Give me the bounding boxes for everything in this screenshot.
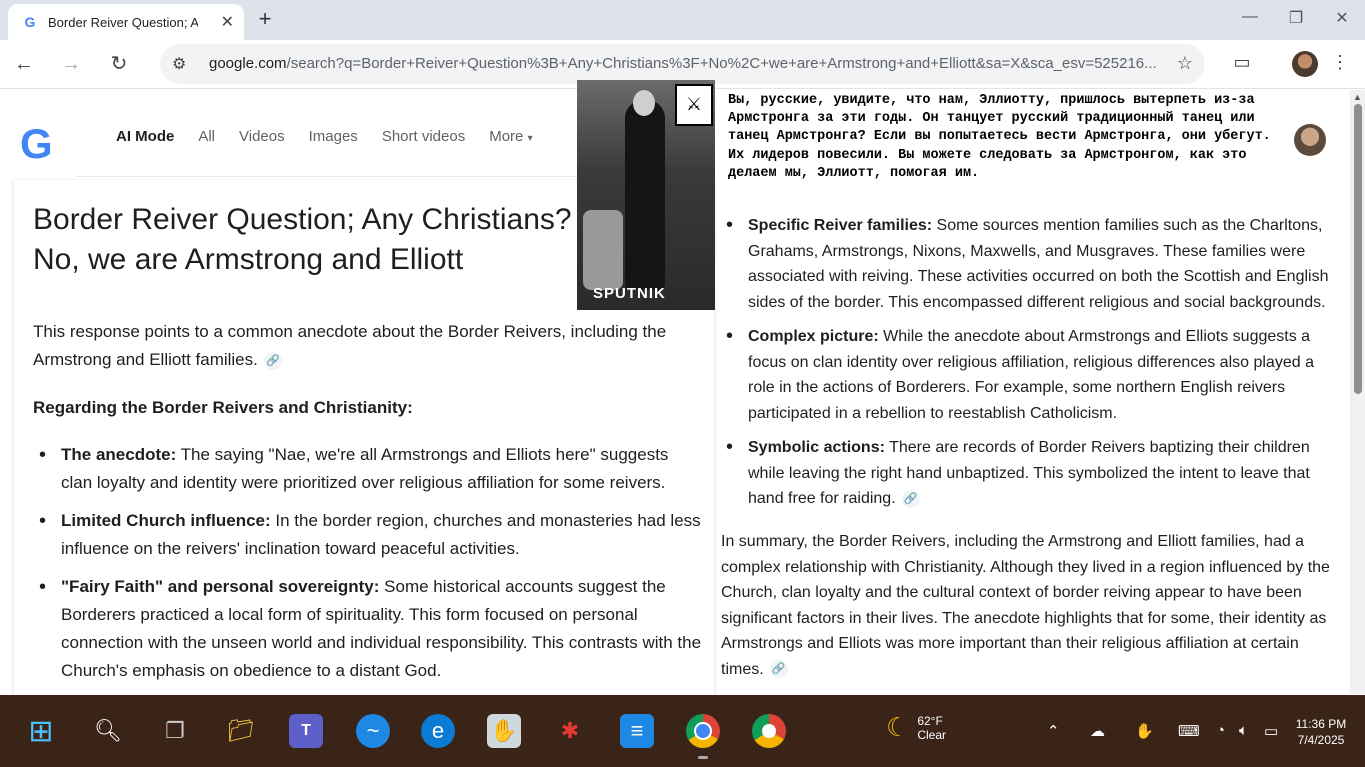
scroll-up-icon[interactable]: ▲	[1353, 92, 1362, 102]
list-item: Specific Reiver families: Some sources m…	[720, 213, 1335, 315]
site-info-icon[interactable]: ⚙	[172, 54, 186, 74]
maximize-icon[interactable]: ❐	[1281, 8, 1311, 28]
summary-paragraph: In summary, the Border Reivers, includin…	[721, 533, 1330, 679]
overlay-photo: ⚔ SPUTNIK	[577, 80, 715, 310]
wifi-icon[interactable]: ◔	[1216, 722, 1225, 739]
weather-desc: Clear	[917, 727, 946, 742]
reload-icon[interactable]: ↻	[107, 52, 131, 76]
google-logo[interactable]: G	[20, 120, 53, 168]
notepad-icon[interactable]: ≡	[620, 714, 654, 748]
weather-widget[interactable]: ☾ 62°F Clear	[886, 712, 946, 743]
browser-tab[interactable]: G Border Reiver Question; Any Christians…	[8, 4, 244, 40]
clock-date: 7/4/2025	[1297, 733, 1345, 747]
window-close-icon[interactable]: ✕	[1327, 8, 1357, 28]
app-tray-icon[interactable]: ✋	[1135, 722, 1154, 740]
tab-ai-mode[interactable]: AI Mode	[116, 128, 174, 145]
tab-more[interactable]: More ▾	[489, 128, 532, 145]
onedrive-icon[interactable]: ☁	[1090, 722, 1105, 740]
tab-images[interactable]: Images	[309, 128, 358, 145]
list-item: The anecdote: The saying "Nae, we're all…	[33, 441, 703, 497]
link-icon[interactable]: 🔗	[769, 660, 788, 679]
section-heading: Regarding the Border Reivers and Christi…	[33, 398, 413, 417]
app-icon[interactable]: ✱	[553, 714, 587, 748]
profile-avatar[interactable]	[1292, 51, 1318, 77]
list-item: "Fairy Faith" and personal sovereignty: …	[33, 573, 703, 685]
tab-short-videos[interactable]: Short videos	[382, 128, 465, 145]
address-bar[interactable]: ⚙ google.com/search?q=Border+Reiver+Ques…	[160, 44, 1205, 84]
account-avatar[interactable]	[1294, 124, 1326, 156]
weather-temp: 62°F	[917, 713, 943, 728]
moon-icon: ☾	[886, 712, 910, 742]
forward-arrow-icon[interactable]: →	[59, 52, 83, 76]
bookmark-star-icon[interactable]: ☆	[1177, 53, 1193, 74]
right-bullet-list: Specific Reiver families: Some sources m…	[720, 213, 1335, 512]
tab-videos[interactable]: Videos	[239, 128, 285, 145]
scrollbar-thumb[interactable]	[1354, 104, 1362, 394]
search-icon[interactable]: 🔍︎	[91, 714, 125, 748]
tab-title: Border Reiver Question; Any Christians?	[48, 14, 198, 30]
app-icon[interactable]: ~	[356, 714, 390, 748]
list-item: Complex picture: While the anecdote abou…	[720, 324, 1335, 426]
list-item: Symbolic actions: There are records of B…	[720, 435, 1335, 512]
app-icon[interactable]: ✋	[487, 714, 521, 748]
battery-icon[interactable]: ▭	[1264, 722, 1278, 740]
tab-all[interactable]: All	[198, 128, 215, 145]
url-text[interactable]: google.com/search?q=Border+Reiver+Questi…	[209, 55, 1159, 72]
edge-icon[interactable]: e	[421, 714, 455, 748]
back-arrow-icon[interactable]: ←	[12, 52, 36, 76]
google-favicon-icon: G	[24, 14, 36, 30]
chevron-down-icon: ▾	[527, 133, 533, 144]
intro-paragraph: This response points to a common anecdot…	[33, 322, 667, 370]
task-view-icon[interactable]: ❐	[158, 714, 192, 748]
teams-icon[interactable]: T	[289, 714, 323, 748]
clock-time: 11:36 PM	[1295, 717, 1347, 731]
photo-children	[583, 210, 623, 290]
windows-taskbar	[0, 695, 1365, 767]
russian-caption: Вы, русские, увидите, что нам, Эллиотту,…	[724, 92, 1294, 204]
active-app-indicator	[698, 756, 708, 759]
tab-close-icon[interactable]: ✕	[221, 12, 234, 32]
cast-icon[interactable]: ▭	[1229, 52, 1255, 73]
volume-icon[interactable]: 🔈︎	[1239, 722, 1248, 739]
chevron-up-icon[interactable]: ⌃	[1047, 722, 1060, 740]
photo-dancer-head	[633, 90, 655, 116]
minimize-icon[interactable]: —	[1235, 8, 1265, 26]
windows-start-icon[interactable]: ⊞	[24, 714, 58, 748]
link-icon[interactable]: 🔗	[901, 489, 920, 508]
sputnik-watermark: SPUTNIK	[593, 285, 666, 302]
link-icon[interactable]: 🔗	[263, 351, 282, 370]
page-title: Border Reiver Question; Any Christians? …	[33, 203, 572, 276]
new-tab-button[interactable]: +	[255, 8, 275, 32]
chrome-icon[interactable]	[686, 714, 720, 748]
chrome-profile-icon[interactable]	[752, 714, 786, 748]
left-bullet-list: The anecdote: The saying "Nae, we're all…	[33, 441, 703, 685]
file-explorer-icon[interactable]: 📁︎	[224, 714, 258, 748]
keyboard-icon[interactable]: ⌨	[1178, 722, 1200, 740]
photo-dancer	[625, 100, 665, 290]
search-tabs: AI Mode All Videos Images Short videos M…	[116, 128, 557, 145]
clan-emblem-icon: ⚔	[675, 84, 713, 126]
menu-kebab-icon[interactable]: ⋮	[1327, 52, 1353, 73]
list-item: Limited Church influence: In the border …	[33, 507, 703, 563]
system-clock[interactable]: 11:36 PM 7/4/2025	[1288, 716, 1354, 748]
